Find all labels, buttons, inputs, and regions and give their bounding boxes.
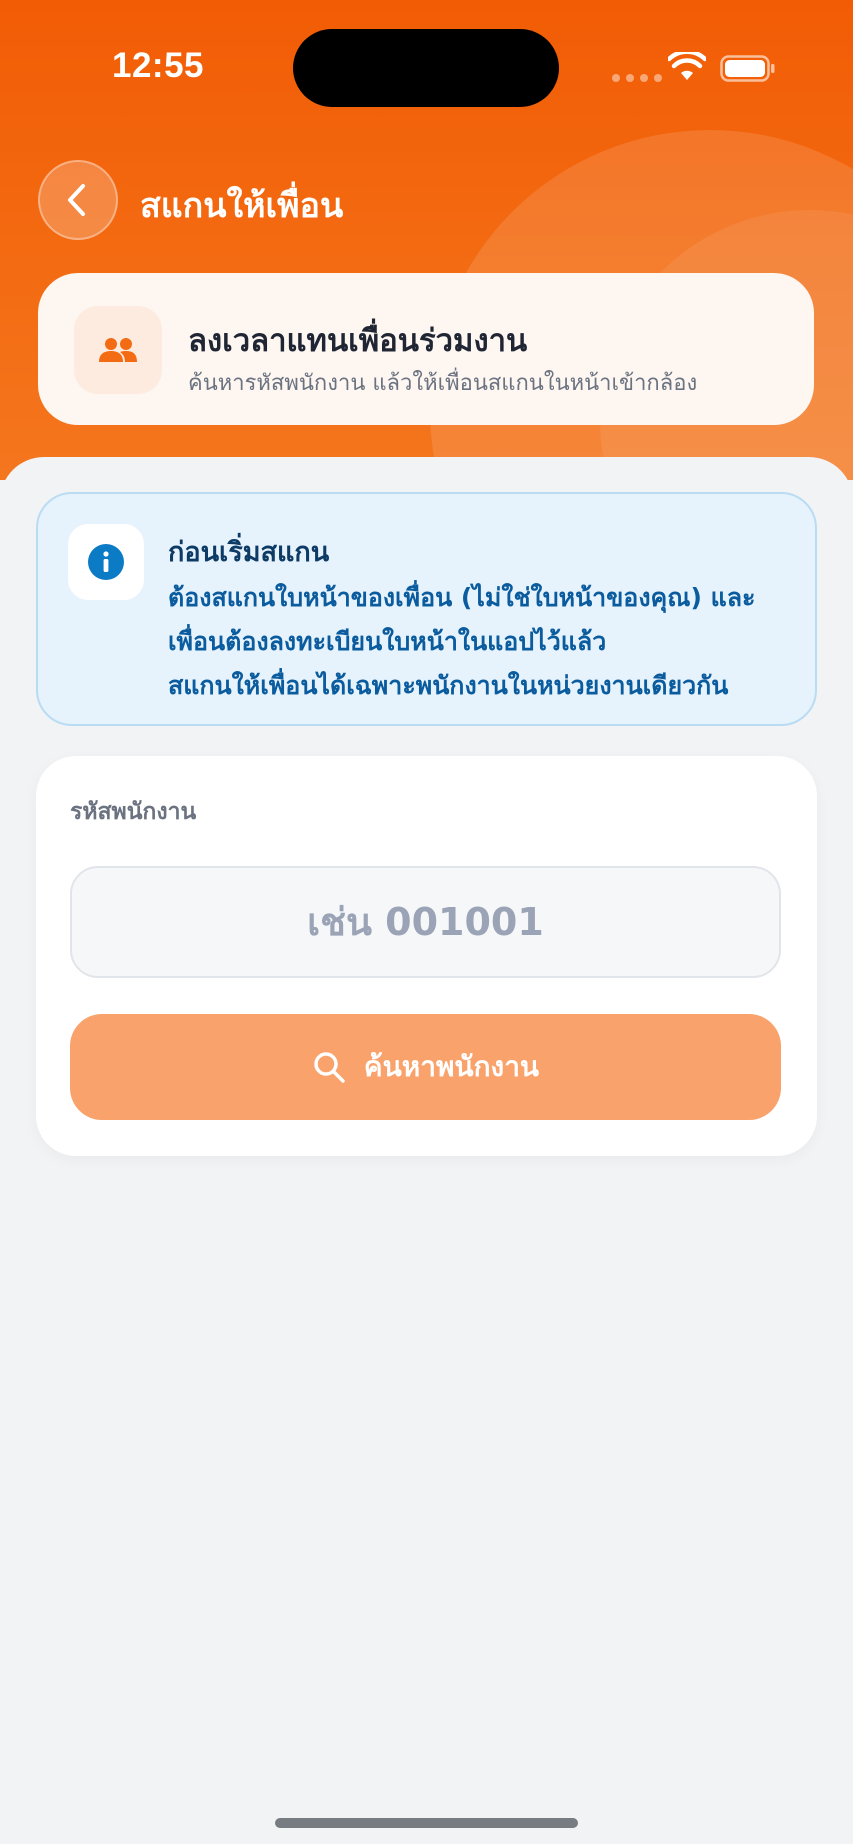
chevron-left-icon xyxy=(68,184,85,216)
hero-card: ลงเวลาแทนเพื่อนร่วมงาน ค้นหารหัสพนักงาน … xyxy=(38,273,814,425)
status-time: 12:55 xyxy=(112,46,205,85)
hero-title: ลงเวลาแทนเพื่อนร่วมงาน xyxy=(188,323,528,359)
info-icon xyxy=(88,544,124,580)
info-card: ก่อนเริ่มสแกน ต้องสแกนใบหน้าของเพื่อน (ไ… xyxy=(36,492,817,726)
app-screen: 12:55 สแกนให้เพื่อน ลงเวลาแทนเพื่อนร่วมง… xyxy=(0,0,853,1844)
search-icon xyxy=(314,1052,345,1083)
back-button[interactable] xyxy=(38,160,118,240)
cellular-signal-icon xyxy=(612,74,662,82)
employee-id-label: รหัสพนักงาน xyxy=(70,799,197,825)
battery-icon xyxy=(720,55,775,82)
info-line: สแกนให้เพื่อนได้เฉพาะพนักงานในหน่วยงานเด… xyxy=(168,671,729,700)
info-line: ต้องสแกนใบหน้าของเพื่อน (ไม่ใช่ใบหน้าของ… xyxy=(168,583,756,612)
info-title: ก่อนเริ่มสแกน xyxy=(168,537,330,568)
employee-id-input[interactable] xyxy=(70,866,781,978)
people-icon xyxy=(99,338,137,362)
hero-subtitle: ค้นหารหัสพนักงาน แล้วให้เพื่อนสแกนในหน้า… xyxy=(188,371,698,396)
hero-icon-badge xyxy=(74,306,162,394)
search-button-label: ค้นหาพนักงาน xyxy=(363,1050,540,1083)
search-employee-button[interactable]: ค้นหาพนักงาน xyxy=(70,1014,781,1120)
employee-search-card: รหัสพนักงาน ค้นหาพนักงาน xyxy=(36,756,817,1156)
info-icon-badge xyxy=(68,524,144,600)
wifi-icon xyxy=(668,52,706,80)
info-line: เพื่อนต้องลงทะเบียนใบหน้าในแอปไว้แล้ว xyxy=(168,627,607,656)
dynamic-island xyxy=(293,29,559,107)
page-title: สแกนให้เพื่อน xyxy=(140,186,344,226)
home-indicator[interactable] xyxy=(275,1818,578,1828)
